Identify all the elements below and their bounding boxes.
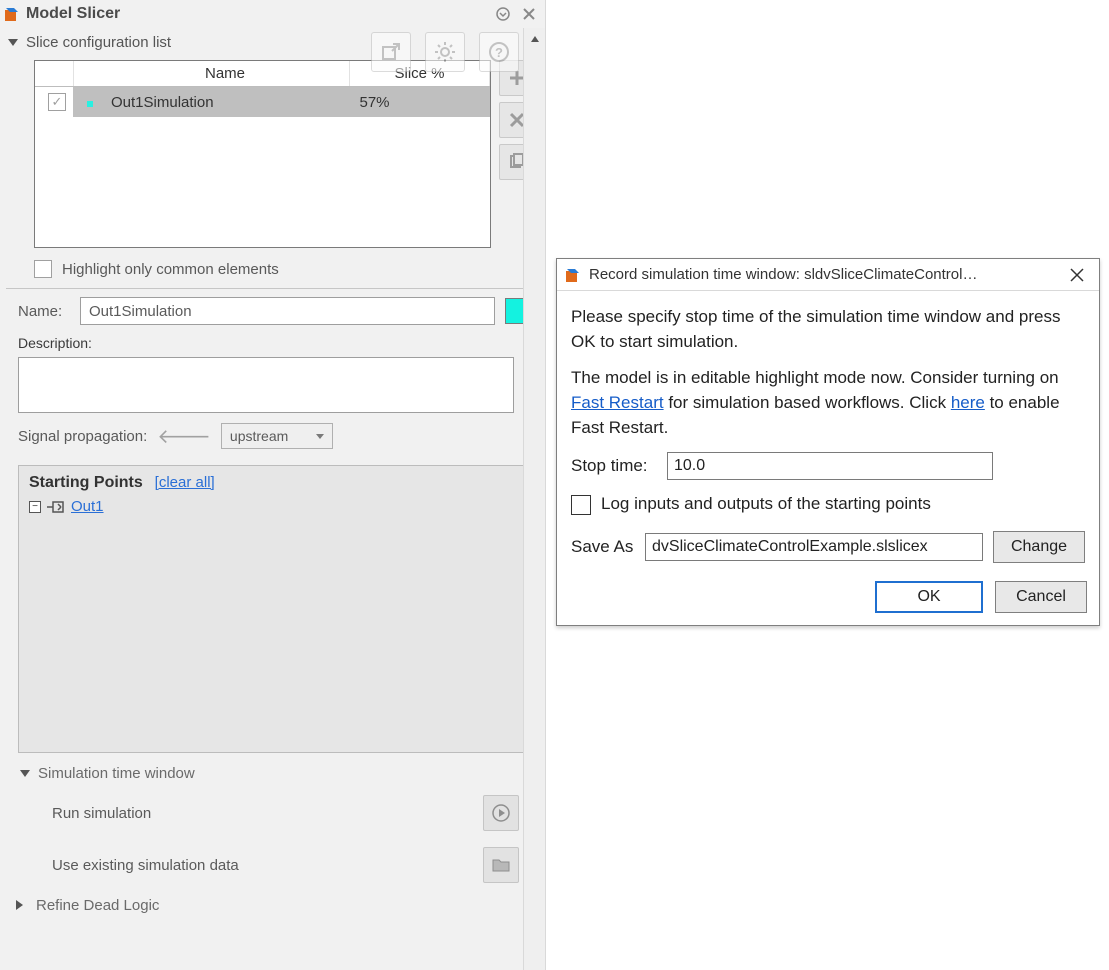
log-io-label: Log inputs and outputs of the starting p… bbox=[601, 492, 931, 517]
scroll-up-icon[interactable] bbox=[524, 28, 546, 50]
log-io-checkbox[interactable] bbox=[571, 495, 591, 515]
stop-time-label: Stop time: bbox=[571, 454, 657, 479]
app-icon bbox=[4, 6, 20, 22]
fast-restart-link[interactable]: Fast Restart bbox=[571, 393, 664, 412]
folder-icon[interactable] bbox=[483, 847, 519, 883]
table-row[interactable]: ✓ Out1Simulation 57% bbox=[35, 87, 490, 118]
close-icon[interactable] bbox=[519, 4, 539, 24]
export-icon[interactable] bbox=[371, 32, 411, 72]
tree-collapse-icon[interactable]: − bbox=[29, 501, 41, 513]
starting-points-title: Starting Points bbox=[29, 474, 143, 491]
run-sim-label: Run simulation bbox=[52, 805, 483, 822]
clear-all-link[interactable]: [clear all] bbox=[155, 474, 215, 491]
svg-text:?: ? bbox=[495, 45, 503, 60]
refine-header[interactable]: Refine Dead Logic bbox=[0, 891, 545, 919]
sim-window-label: Simulation time window bbox=[38, 765, 195, 782]
chevron-down-icon bbox=[20, 770, 30, 777]
signal-prop-label: Signal propagation: bbox=[18, 428, 147, 445]
row-checkbox[interactable]: ✓ bbox=[48, 93, 66, 111]
dialog-text-2: The model is in editable highlight mode … bbox=[571, 366, 1085, 440]
minimize-icon[interactable] bbox=[493, 4, 513, 24]
arrow-left-icon: 🡐 bbox=[155, 424, 213, 449]
panel-title: Model Slicer bbox=[26, 5, 487, 23]
panel-scrollbar[interactable] bbox=[523, 28, 545, 970]
chevron-right-icon bbox=[16, 900, 28, 910]
color-indicator-icon bbox=[87, 101, 93, 107]
use-existing-label: Use existing simulation data bbox=[52, 857, 483, 874]
stop-time-input[interactable] bbox=[667, 452, 993, 480]
close-icon[interactable] bbox=[1063, 263, 1091, 287]
gear-icon[interactable] bbox=[425, 32, 465, 72]
row-name: Out1Simulation bbox=[101, 87, 350, 118]
dialog-title: Record simulation time window: sldvSlice… bbox=[589, 266, 1055, 283]
change-button[interactable]: Change bbox=[993, 531, 1085, 563]
chevron-down-icon bbox=[8, 39, 18, 46]
starting-points-box: Starting Points [clear all] − Out1 bbox=[18, 465, 535, 753]
highlight-common-label: Highlight only common elements bbox=[62, 261, 279, 278]
highlight-common-checkbox[interactable] bbox=[34, 260, 52, 278]
signal-prop-value: upstream bbox=[230, 428, 288, 444]
col-name: Name bbox=[101, 61, 350, 87]
starting-point-link[interactable]: Out1 bbox=[71, 498, 104, 515]
refine-label: Refine Dead Logic bbox=[36, 897, 159, 914]
play-icon[interactable] bbox=[483, 795, 519, 831]
help-icon[interactable]: ? bbox=[479, 32, 519, 72]
name-input[interactable] bbox=[80, 297, 495, 325]
save-as-label: Save As bbox=[571, 535, 635, 560]
config-section-label: Slice configuration list bbox=[26, 34, 171, 51]
row-slice: 57% bbox=[350, 87, 490, 118]
dialog-text-1: Please specify stop time of the simulati… bbox=[571, 305, 1085, 354]
enable-here-link[interactable]: here bbox=[951, 393, 985, 412]
cancel-button[interactable]: Cancel bbox=[995, 581, 1087, 613]
ok-button[interactable]: OK bbox=[875, 581, 983, 613]
sim-window-header[interactable]: Simulation time window bbox=[0, 759, 545, 787]
signal-prop-select[interactable]: upstream bbox=[221, 423, 333, 449]
save-as-input[interactable] bbox=[645, 533, 983, 561]
model-slicer-panel: Model Slicer ? Slice configuration list bbox=[0, 0, 546, 970]
description-label: Description: bbox=[18, 335, 92, 351]
dialog-icon bbox=[565, 267, 581, 283]
config-table: Name Slice % ✓ Out1Simulation 57% bbox=[34, 60, 491, 248]
outport-icon bbox=[47, 500, 65, 514]
description-input[interactable] bbox=[18, 357, 514, 413]
record-sim-dialog: Record simulation time window: sldvSlice… bbox=[556, 258, 1100, 626]
name-label: Name: bbox=[18, 303, 70, 320]
